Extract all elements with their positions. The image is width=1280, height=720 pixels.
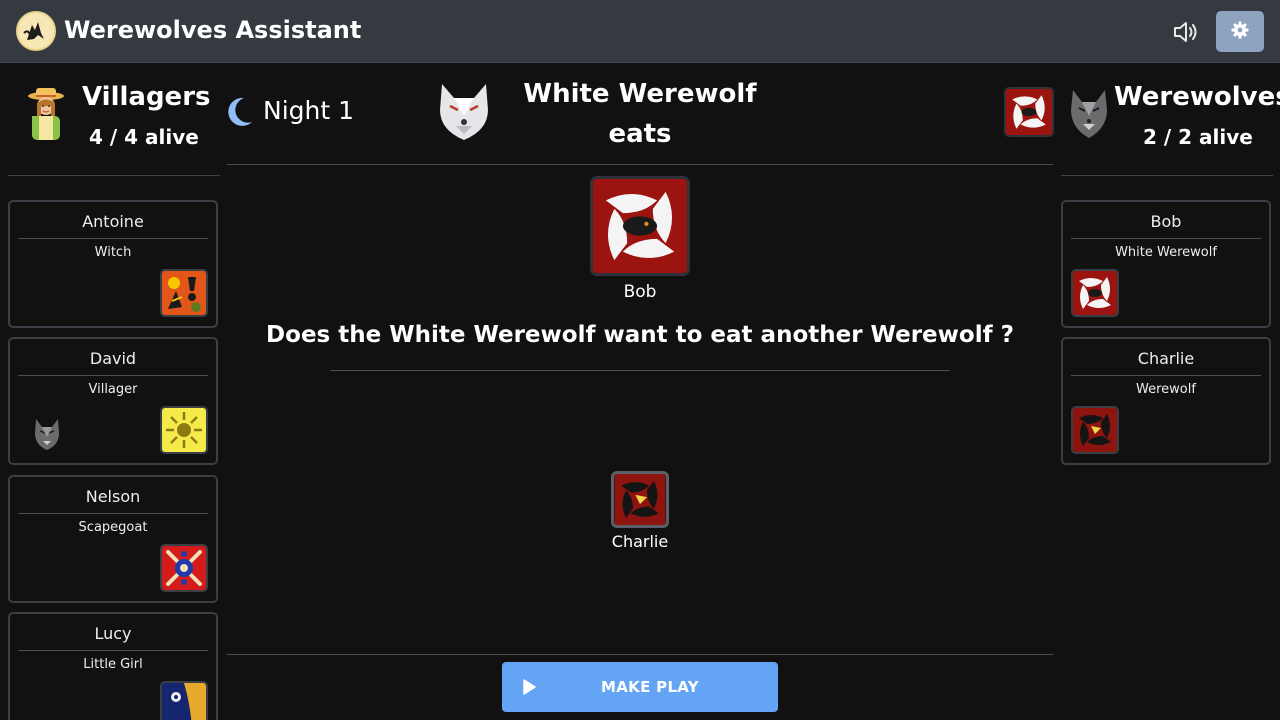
player-name: Nelson <box>85 487 141 506</box>
player-card-charlie[interactable]: Charlie Werewolf <box>1061 337 1271 465</box>
villager-card-icon <box>160 406 208 454</box>
gear-icon <box>1231 21 1249 43</box>
player-role: Scapegoat <box>78 520 148 535</box>
player-card-bob[interactable]: Bob White Werewolf <box>1061 200 1271 328</box>
scapegoat-card-icon <box>160 544 208 592</box>
player-name: Bob <box>1150 212 1182 231</box>
player-name: David <box>89 349 137 368</box>
player-card-antoine[interactable]: Antoine Witch <box>8 200 218 328</box>
werewolf-logo-icon <box>16 11 56 51</box>
divider <box>18 375 208 376</box>
player-name: Antoine <box>82 212 144 231</box>
werewolves-title: Werewolves <box>1114 82 1280 112</box>
player-role: Little Girl <box>83 657 143 672</box>
player-role: Witch <box>94 245 132 260</box>
make-play-label: MAKE PLAY <box>601 678 699 696</box>
phase-action: eats <box>608 119 672 149</box>
villagers-header: Villagers 4 / 4 alive <box>8 64 220 176</box>
make-play-button[interactable]: MAKE PLAY <box>502 662 778 712</box>
speaker-icon[interactable] <box>1172 19 1202 45</box>
werewolves-panel: Werewolves 2 / 2 alive Bob White Werewol… <box>1061 64 1280 465</box>
target-choice-charlie[interactable] <box>611 471 669 528</box>
night-label: Night 1 <box>263 96 355 125</box>
villagers-alive-count: 4 / 4 alive <box>89 125 199 149</box>
settings-button[interactable] <box>1216 11 1264 52</box>
white-werewolf-card-icon <box>1071 269 1119 317</box>
phase-role: White Werewolf <box>523 79 757 109</box>
moon-icon <box>224 96 254 128</box>
player-card-lucy[interactable]: Lucy Little Girl <box>8 612 218 720</box>
app-title: Werewolves Assistant <box>64 16 362 44</box>
player-card-nelson[interactable]: Nelson Scapegoat <box>8 475 218 603</box>
player-role: Werewolf <box>1136 382 1196 397</box>
villagers-panel: Villagers 4 / 4 alive Antoine Witch Davi… <box>8 64 220 720</box>
white-werewolf-card-icon <box>1004 87 1054 137</box>
target-choice-name: Charlie <box>611 532 669 551</box>
divider <box>1071 238 1261 239</box>
werewolf-card-icon <box>1071 406 1119 454</box>
acting-player-name: Bob <box>623 282 657 302</box>
player-role: Villager <box>88 382 138 397</box>
wolf-eaten-icon <box>32 417 62 451</box>
player-name: Charlie <box>1137 349 1195 368</box>
white-werewolf-icon <box>436 82 492 142</box>
werewolf-icon <box>1069 88 1109 144</box>
phase-question: Does the White Werewolf want to eat anot… <box>266 322 1014 348</box>
divider <box>18 238 208 239</box>
player-card-david[interactable]: David Villager <box>8 337 218 465</box>
player-role: White Werewolf <box>1115 245 1217 260</box>
divider <box>330 370 950 371</box>
divider <box>227 164 1053 165</box>
phase-title: White Werewolf eats <box>520 74 760 154</box>
player-name: Lucy <box>94 624 132 643</box>
divider <box>1071 375 1261 376</box>
divider <box>18 650 208 651</box>
top-bar: Werewolves Assistant <box>0 0 1280 63</box>
farmer-icon <box>26 86 66 146</box>
witch-card-icon <box>160 269 208 317</box>
werewolves-header: Werewolves 2 / 2 alive <box>1061 64 1280 176</box>
little-girl-card-icon <box>160 681 208 720</box>
acting-player-card-icon <box>590 176 690 276</box>
villagers-title: Villagers <box>82 82 211 112</box>
werewolves-alive-count: 2 / 2 alive <box>1143 125 1253 149</box>
divider <box>227 654 1053 655</box>
divider <box>18 513 208 514</box>
